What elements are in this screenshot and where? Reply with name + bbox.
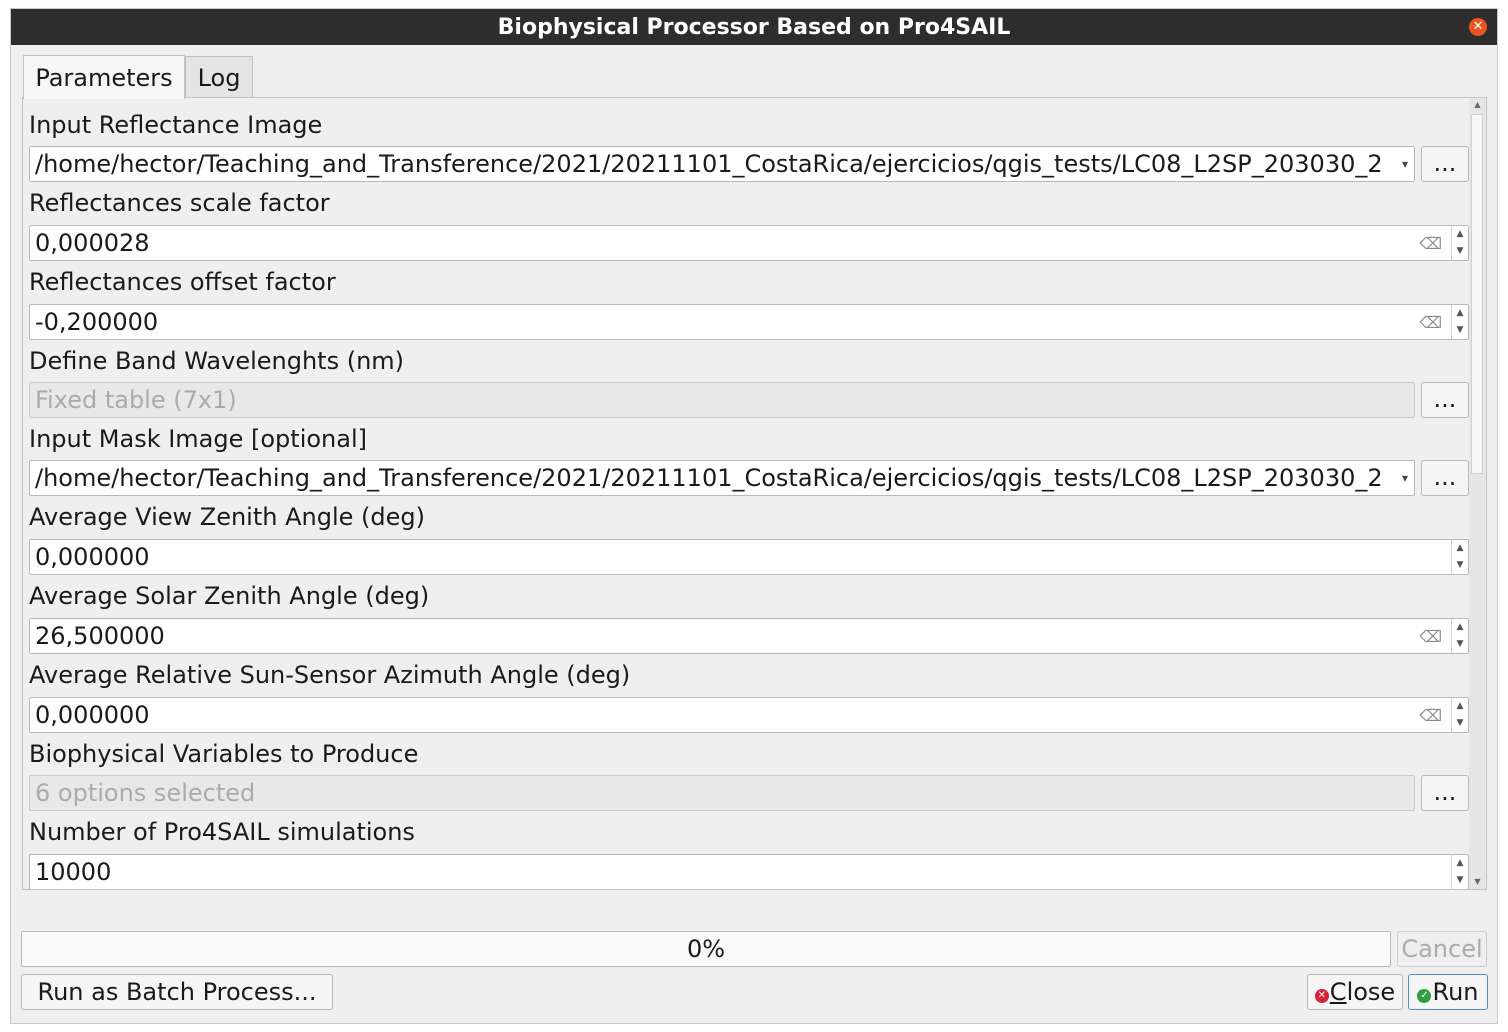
view-zenith-value: 0,000000	[35, 543, 150, 571]
close-label: lose	[1346, 978, 1396, 1006]
title-bar[interactable]: Biophysical Processor Based on Pro4SAIL …	[11, 9, 1497, 45]
spin-arrows-icon[interactable]: ▲ ▼	[1451, 305, 1468, 339]
band-wavelengths-browse-button[interactable]: ...	[1421, 382, 1469, 418]
simulations-value: 10000	[35, 858, 112, 886]
scroll-down-icon[interactable]: ▼	[1469, 875, 1486, 889]
solar-zenith-value: 26,500000	[35, 622, 165, 650]
band-wavelengths-field: Fixed table (7x1)	[29, 382, 1415, 418]
green-check-circle-icon: ✓	[1417, 989, 1432, 1003]
window-title: Biophysical Processor Based on Pro4SAIL	[497, 14, 1011, 40]
run-label: Run	[1432, 978, 1479, 1006]
input-reflectance-value: /home/hector/Teaching_and_Transference/2…	[35, 150, 1383, 178]
dialog-window: Biophysical Processor Based on Pro4SAIL …	[10, 8, 1498, 1024]
input-mask-value: /home/hector/Teaching_and_Transference/2…	[35, 464, 1383, 492]
tab-log[interactable]: Log	[185, 56, 253, 98]
input-reflectance-label: Input Reflectance Image	[29, 111, 323, 139]
tab-parameters[interactable]: Parameters	[23, 55, 185, 99]
close-circle-icon[interactable]: ✕	[1469, 18, 1487, 36]
simulations-label: Number of Pro4SAIL simulations	[29, 818, 415, 846]
relative-azimuth-value: 0,000000	[35, 701, 150, 729]
vertical-scrollbar[interactable]: ▲ ▼	[1469, 98, 1486, 889]
biophysical-vars-field: 6 options selected	[29, 775, 1415, 811]
spin-arrows-icon[interactable]: ▲ ▼	[1451, 540, 1468, 574]
solar-zenith-label: Average Solar Zenith Angle (deg)	[29, 582, 430, 610]
parameters-panel: Input Reflectance Image /home/hector/Tea…	[22, 97, 1487, 890]
scrollbar-thumb[interactable]	[1471, 114, 1483, 474]
input-reflectance-combo[interactable]: /home/hector/Teaching_and_Transference/2…	[29, 146, 1415, 182]
close-button[interactable]: ✕ Close	[1307, 974, 1403, 1010]
solar-zenith-spinbox[interactable]: 26,500000 ⌫ ▲ ▼	[29, 618, 1469, 654]
spin-arrows-icon[interactable]: ▲ ▼	[1451, 698, 1468, 732]
offset-factor-label: Reflectances offset factor	[29, 268, 336, 296]
spin-arrows-icon[interactable]: ▲ ▼	[1451, 226, 1468, 260]
simulations-spinbox[interactable]: 10000 ▲ ▼	[29, 854, 1469, 889]
cancel-button[interactable]: Cancel	[1397, 931, 1487, 967]
backspace-clear-icon[interactable]: ⌫	[1419, 306, 1442, 339]
relative-azimuth-spinbox[interactable]: 0,000000 ⌫ ▲ ▼	[29, 697, 1469, 733]
run-button[interactable]: ✓ Run	[1408, 974, 1488, 1010]
backspace-clear-icon[interactable]: ⌫	[1419, 620, 1442, 653]
view-zenith-label: Average View Zenith Angle (deg)	[29, 503, 425, 531]
relative-azimuth-label: Average Relative Sun-Sensor Azimuth Angl…	[29, 661, 631, 689]
spin-arrows-icon[interactable]: ▲ ▼	[1451, 855, 1468, 889]
scale-factor-spinbox[interactable]: 0,000028 ⌫ ▲ ▼	[29, 225, 1469, 261]
progress-text: 0%	[686, 935, 726, 963]
offset-factor-value: -0,200000	[35, 308, 159, 336]
scroll-up-icon[interactable]: ▲	[1469, 98, 1486, 112]
biophysical-vars-browse-button[interactable]: ...	[1421, 775, 1469, 811]
scale-factor-label: Reflectances scale factor	[29, 189, 330, 217]
scale-factor-value: 0,000028	[35, 229, 150, 257]
backspace-clear-icon[interactable]: ⌫	[1419, 227, 1442, 260]
band-wavelengths-label: Define Band Wavelenghts (nm)	[29, 347, 405, 375]
backspace-clear-icon[interactable]: ⌫	[1419, 699, 1442, 732]
biophysical-vars-label: Biophysical Variables to Produce	[29, 740, 419, 768]
red-x-circle-icon: ✕	[1314, 989, 1329, 1003]
view-zenith-spinbox[interactable]: 0,000000 ▲ ▼	[29, 539, 1469, 575]
chevron-down-icon[interactable]: ▾	[1402, 461, 1408, 495]
input-mask-browse-button[interactable]: ...	[1421, 460, 1469, 496]
input-reflectance-browse-button[interactable]: ...	[1421, 146, 1469, 182]
input-mask-combo[interactable]: /home/hector/Teaching_and_Transference/2…	[29, 460, 1415, 496]
progress-bar: 0%	[21, 931, 1391, 967]
spin-arrows-icon[interactable]: ▲ ▼	[1451, 619, 1468, 653]
run-batch-button[interactable]: Run as Batch Process...	[21, 974, 333, 1010]
offset-factor-spinbox[interactable]: -0,200000 ⌫ ▲ ▼	[29, 304, 1469, 340]
chevron-down-icon[interactable]: ▾	[1402, 147, 1408, 181]
input-mask-label: Input Mask Image [optional]	[29, 425, 368, 453]
close-mnemonic: C	[1329, 978, 1347, 1006]
